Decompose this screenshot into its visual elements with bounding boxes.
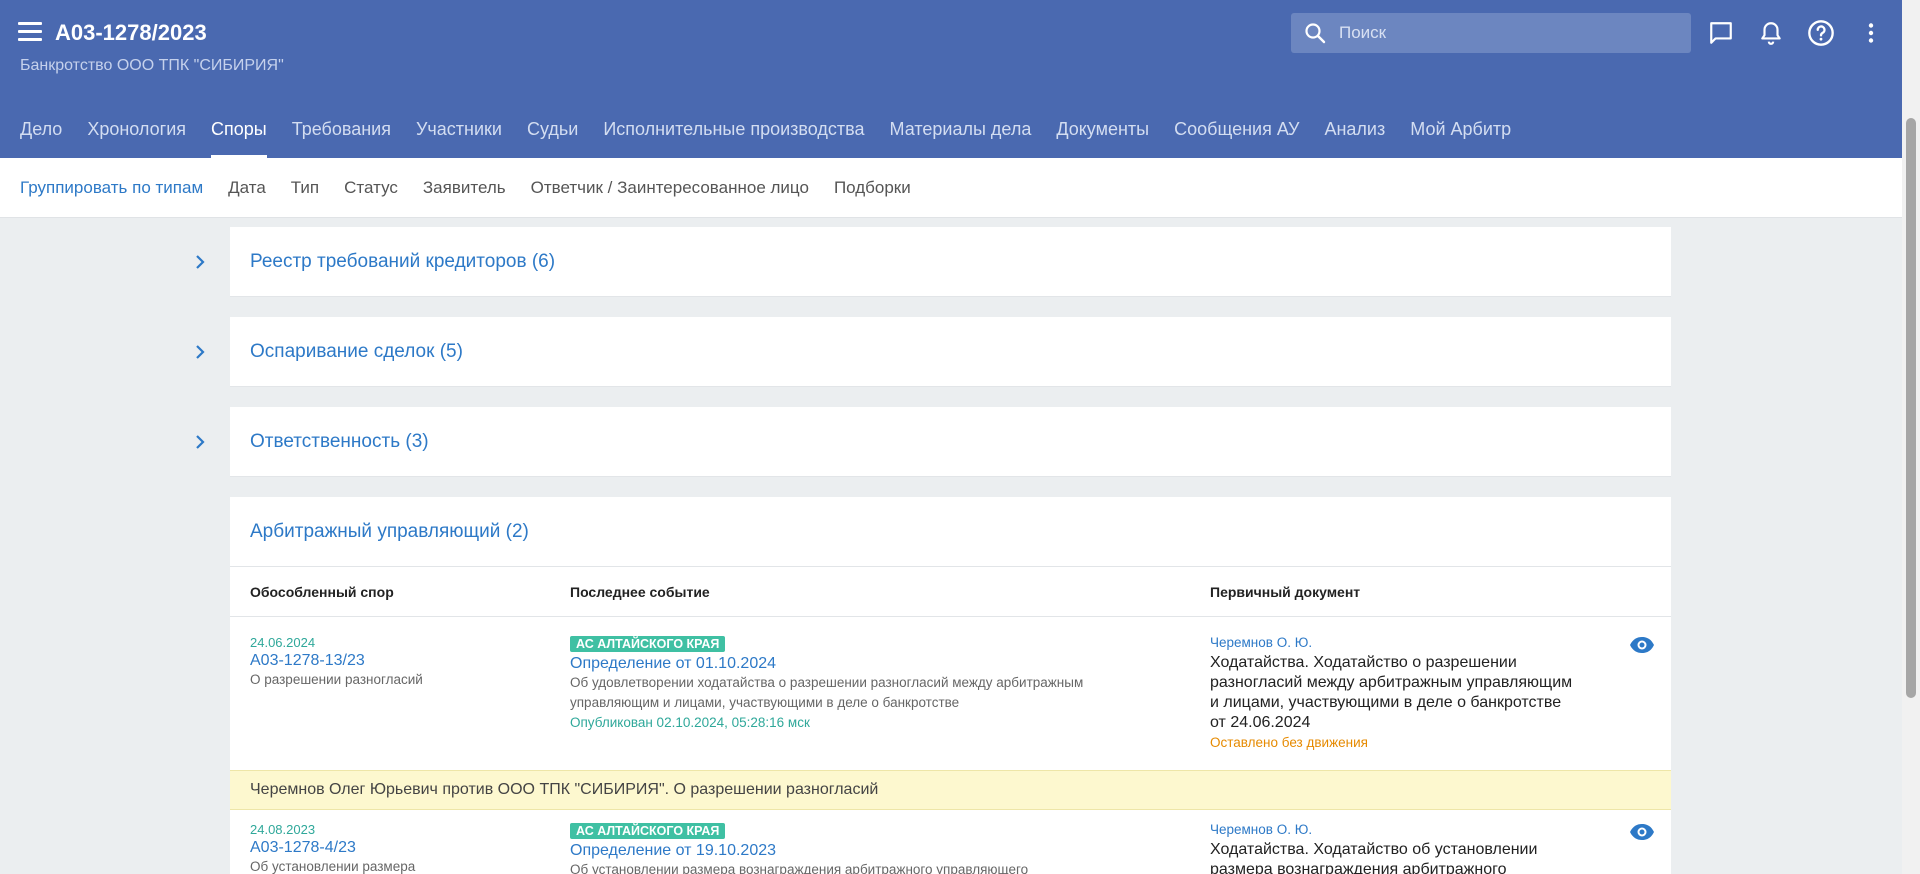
chevron-right-icon[interactable] [188,407,212,476]
grouping-bar: Группировать по типам Дата Тип Статус За… [0,158,1902,218]
dispute-parties-banner: Черемнов Олег Юрьевич против ООО ТПК "СИ… [230,770,1671,810]
tab-analysis[interactable]: Анализ [1324,110,1385,158]
dispute-date: 24.06.2024 [250,635,316,650]
group-title[interactable]: Арбитражный управляющий (2) [230,497,1671,567]
document-title-line: размера вознаграждения арбитражного [1210,861,1507,874]
menu-icon[interactable] [18,22,42,42]
tab-participants[interactable]: Участники [416,110,502,158]
column-header: Последнее событие [570,584,710,600]
tab-judges[interactable]: Судьи [527,110,578,158]
table-row: 24.08.2023 А03-1278-4/23 Об установлении… [230,810,1671,874]
event-description: Об установлении размера вознаграждения а… [570,862,1029,874]
bell-icon[interactable] [1756,18,1786,48]
document-cell: Черемнов О. Ю. Ходатайства. Ходатайство … [1210,635,1590,750]
dispute-case-link[interactable]: А03-1278-4/23 [250,839,415,857]
court-badge: АС АЛТАЙСКОГО КРАЯ [570,636,726,652]
tab-my-arbitr[interactable]: Мой Арбитр [1410,110,1511,158]
case-subtitle: Банкротство ООО ТПК "СИБИРИЯ" [20,57,284,74]
chevron-right-icon[interactable] [188,317,212,386]
tab-documents[interactable]: Документы [1056,110,1149,158]
search-icon [1305,23,1326,44]
dispute-cell: 24.08.2023 А03-1278-4/23 Об установлении… [250,822,415,874]
table-header: Обособленный спор Последнее событие Перв… [230,567,1671,617]
document-title: Ходатайства. Ходатайство о разрешении ра… [1210,653,1590,733]
tab-case-materials[interactable]: Материалы дела [890,110,1032,158]
tab-chronology[interactable]: Хронология [87,110,186,158]
event-link[interactable]: Определение от 01.10.2024 [570,655,1130,673]
event-description: управляющим и лицами, участвующими в дел… [570,695,960,710]
sort-applicant[interactable]: Заявитель [423,178,506,198]
tab-au-messages[interactable]: Сообщения АУ [1174,110,1299,158]
group-title[interactable]: Оспаривание сделок (5) [230,317,1671,387]
sort-respondent[interactable]: Ответчик / Заинтересованное лицо [531,178,809,198]
document-author[interactable]: Черемнов О. Ю. [1210,635,1590,650]
group-title[interactable]: Ответственность (3) [230,407,1671,477]
group-creditor-claims: Реестр требований кредиторов (6) [196,227,1671,297]
more-vert-icon[interactable] [1856,18,1886,48]
scrollbar-thumb[interactable] [1906,118,1916,698]
table-row: 24.06.2024 А03-1278-13/23 О разрешении р… [230,617,1671,770]
court-badge: АС АЛТАЙСКОГО КРАЯ [570,823,726,839]
column-header: Обособленный спор [250,584,394,600]
group-title[interactable]: Реестр требований кредиторов (6) [230,227,1671,297]
document-title-line: Ходатайства. Ходатайство об установлении [1210,841,1538,858]
selections[interactable]: Подборки [834,178,911,198]
document-author[interactable]: Черемнов О. Ю. [1210,822,1590,837]
group-by-type[interactable]: Группировать по типам [20,178,203,198]
document-title-line: и лицами, участвующими в деле о банкротс… [1210,694,1562,711]
event-cell: АС АЛТАЙСКОГО КРАЯ Определение от 01.10.… [570,635,1130,733]
event-description: Об удовлетворении ходатайства о разрешен… [570,675,1084,690]
dispute-subject: О разрешении разногласий [250,672,423,687]
group-arbitration-manager: Арбитражный управляющий (2) Обособленный… [230,497,1671,874]
case-title: А03-1278/2023 [55,20,207,45]
app-header: А03-1278/2023 Банкротство ООО ТПК "СИБИР… [0,0,1902,158]
main-tabs: Дело Хронология Споры Требования Участни… [20,110,1536,158]
group-deal-challenges: Оспаривание сделок (5) [196,317,1671,387]
column-header: Первичный документ [1210,584,1361,600]
document-cell: Черемнов О. Ю. Ходатайства. Ходатайство … [1210,822,1590,874]
dispute-case-link[interactable]: А03-1278-13/23 [250,652,423,670]
sort-status[interactable]: Статус [344,178,398,198]
document-title-line: разногласий между арбитражным управляющи… [1210,674,1573,691]
tab-disputes[interactable]: Споры [211,110,267,158]
published-date: Опубликован 02.10.2024, 05:28:16 мск [570,715,810,730]
document-title: Ходатайства. Ходатайство об установлении… [1210,840,1590,874]
sort-date[interactable]: Дата [228,178,266,198]
tab-claims[interactable]: Требования [292,110,391,158]
eye-icon[interactable] [1629,635,1655,655]
document-status: Оставлено без движения [1210,735,1368,750]
document-title-line: Ходатайства. Ходатайство о разрешении [1210,654,1517,671]
document-title-line: от 24.06.2024 [1210,714,1311,731]
vertical-scrollbar[interactable] [1902,0,1920,874]
tab-case[interactable]: Дело [20,110,62,158]
chevron-right-icon[interactable] [188,227,212,296]
event-link[interactable]: Определение от 19.10.2023 [570,842,1130,860]
event-cell: АС АЛТАЙСКОГО КРАЯ Определение от 19.10.… [570,822,1130,874]
dispute-cell: 24.06.2024 А03-1278-13/23 О разрешении р… [250,635,423,690]
help-icon[interactable] [1806,18,1836,48]
disputes-list: Реестр требований кредиторов (6) Оспарив… [0,218,1902,874]
dispute-subject: Об установлении размера [250,859,416,874]
chat-icon[interactable] [1706,18,1736,48]
dispute-date: 24.08.2023 [250,822,316,837]
search-input[interactable] [1339,23,1679,43]
sort-type[interactable]: Тип [291,178,319,198]
tab-enforcement[interactable]: Исполнительные производства [603,110,864,158]
search-box[interactable] [1291,13,1691,53]
group-liability: Ответственность (3) [196,407,1671,477]
eye-icon[interactable] [1629,822,1655,842]
